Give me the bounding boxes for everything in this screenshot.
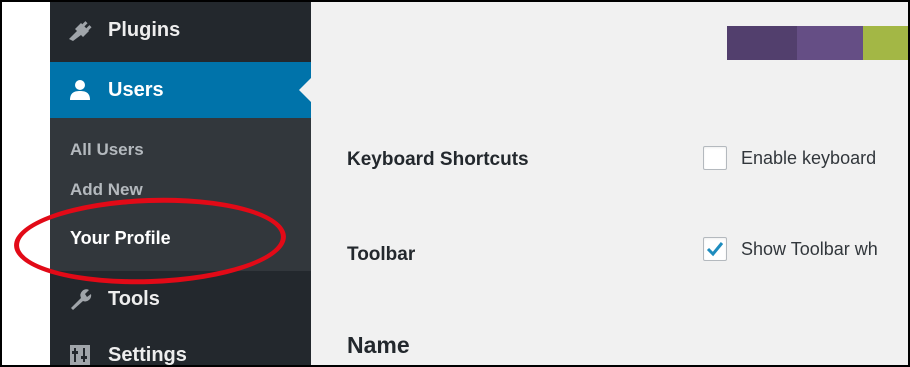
- toolbar-label: Toolbar: [347, 244, 416, 265]
- toolbar-option[interactable]: Show Toolbar wh: [703, 237, 878, 261]
- keyboard-shortcuts-label: Keyboard Shortcuts: [347, 149, 529, 170]
- screenshot-frame: Plugins Users All Users Add New Your Pro…: [0, 0, 910, 367]
- sidebar-item-settings[interactable]: Settings: [50, 330, 311, 366]
- tools-icon: [66, 288, 94, 310]
- name-section-heading: Name: [347, 332, 410, 358]
- submenu-item-all-users[interactable]: All Users: [70, 140, 144, 160]
- sidebar-item-plugins[interactable]: Plugins: [50, 8, 311, 52]
- checkmark-icon: [706, 242, 724, 257]
- sidebar-item-label: Plugins: [108, 18, 181, 41]
- color-scheme-swatch[interactable]: [863, 26, 908, 60]
- profile-main-content: Keyboard Shortcuts Enable keyboard Toolb…: [311, 2, 908, 365]
- admin-sidebar: Plugins Users All Users Add New Your Pro…: [50, 2, 311, 365]
- toolbar-checkbox[interactable]: [703, 237, 727, 261]
- keyboard-shortcuts-checkbox[interactable]: [703, 146, 727, 170]
- color-scheme-swatch[interactable]: [797, 26, 863, 60]
- toolbar-option-text: Show Toolbar wh: [741, 238, 878, 259]
- keyboard-shortcuts-option-text: Enable keyboard: [741, 147, 877, 168]
- sidebar-item-tools[interactable]: Tools: [50, 274, 311, 324]
- sidebar-item-label: Tools: [108, 287, 160, 310]
- users-submenu: All Users Add New Your Profile: [50, 118, 311, 271]
- plugins-icon: [66, 19, 94, 41]
- color-scheme-swatch[interactable]: [727, 26, 797, 60]
- left-gutter: [2, 2, 50, 365]
- users-icon: [66, 79, 94, 101]
- submenu-item-your-profile[interactable]: Your Profile: [70, 228, 171, 249]
- submenu-item-add-new[interactable]: Add New: [70, 180, 143, 200]
- sidebar-item-label: Settings: [108, 343, 187, 366]
- sidebar-item-users[interactable]: Users: [50, 62, 311, 118]
- sidebar-item-label: Users: [108, 78, 164, 101]
- settings-icon: [66, 344, 94, 365]
- keyboard-shortcuts-option[interactable]: Enable keyboard: [703, 146, 876, 170]
